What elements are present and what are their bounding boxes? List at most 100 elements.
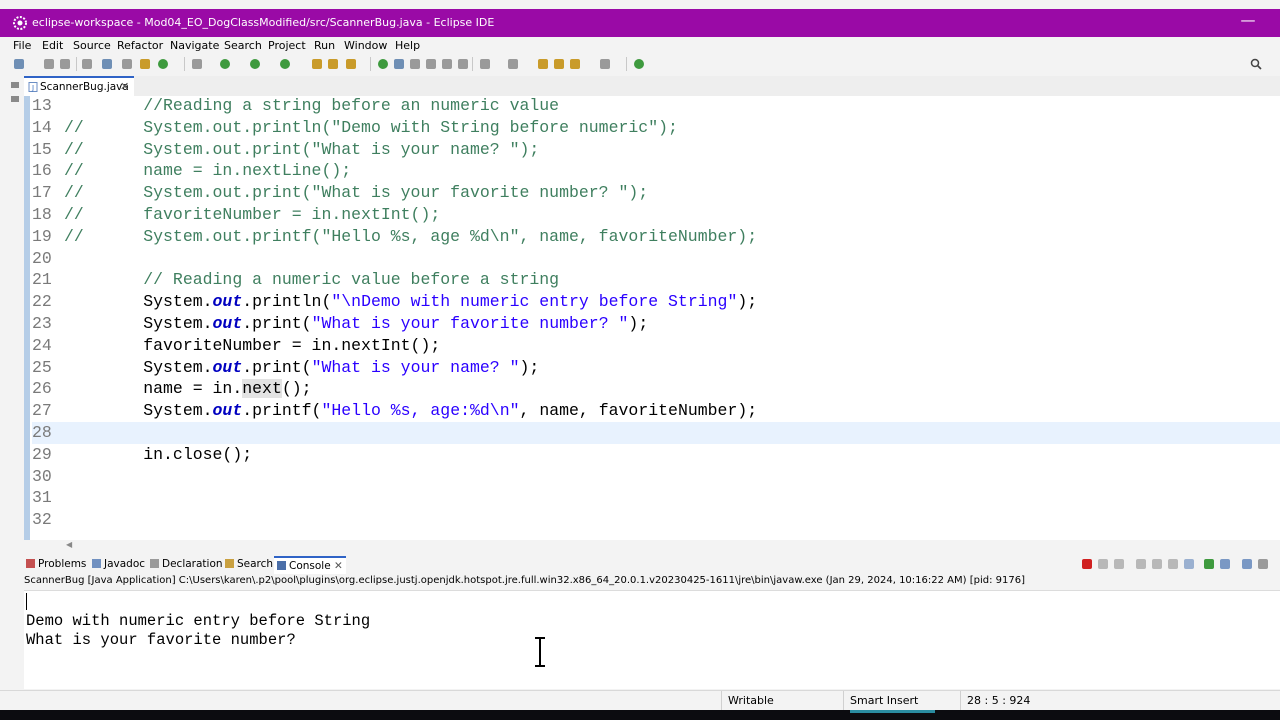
- restore-icon[interactable]: [11, 82, 19, 88]
- code-text[interactable]: // System.out.print("What is your favori…: [64, 182, 648, 204]
- code-line[interactable]: 15 // System.out.print("What is your name…: [32, 139, 1280, 161]
- code-editor[interactable]: 13 //Reading a string before an numeric …: [24, 96, 1280, 540]
- code-line[interactable]: 14 // System.out.println("Demo with Strin…: [32, 117, 1280, 139]
- word-wrap-console-icon[interactable]: [1168, 559, 1178, 569]
- code-line[interactable]: 20: [32, 248, 1280, 270]
- code-line[interactable]: 26 name = in.next();: [32, 378, 1280, 400]
- view-menu-icon[interactable]: [1258, 559, 1268, 569]
- coverage-icon[interactable]: [250, 59, 260, 69]
- menu-navigate[interactable]: Navigate: [170, 39, 219, 52]
- code-text[interactable]: // System.out.printf("Hello %s, age %d\n…: [64, 226, 757, 248]
- code-text[interactable]: // favoriteNumber = in.nextInt();: [64, 204, 440, 226]
- back-history-icon[interactable]: [554, 59, 564, 69]
- back-icon[interactable]: [570, 59, 580, 69]
- save-all-icon[interactable]: [60, 59, 70, 69]
- code-text[interactable]: name = in.next();: [64, 378, 312, 400]
- tab-console[interactable]: Console ✕: [274, 556, 346, 574]
- external-tools-icon[interactable]: [280, 59, 290, 69]
- search-tool-icon[interactable]: [346, 59, 356, 69]
- skip-breakpoints-icon[interactable]: [122, 59, 132, 69]
- terminal-icon[interactable]: [102, 59, 112, 69]
- open-console-icon[interactable]: [1242, 559, 1252, 569]
- next-annotation-icon[interactable]: [378, 59, 388, 69]
- search-icon[interactable]: [1250, 58, 1262, 70]
- code-text[interactable]: System.out.println("\nDemo with numeric …: [64, 291, 757, 313]
- show-whitespace-icon[interactable]: [442, 59, 452, 69]
- code-line[interactable]: 24 favoriteNumber = in.nextInt();: [32, 335, 1280, 357]
- display-selected-console-icon[interactable]: [1220, 559, 1230, 569]
- code-line[interactable]: 21 // Reading a numeric value before a s…: [32, 269, 1280, 291]
- code-text[interactable]: // name = in.nextLine();: [64, 160, 351, 182]
- menu-search[interactable]: Search: [224, 39, 262, 52]
- minimize-button[interactable]: —: [1238, 11, 1258, 29]
- previous-edit-icon[interactable]: [508, 59, 518, 69]
- menu-file[interactable]: File: [13, 39, 31, 52]
- code-text[interactable]: favoriteNumber = in.nextInt();: [64, 335, 440, 357]
- word-wrap-icon[interactable]: [426, 59, 436, 69]
- forward-icon[interactable]: [600, 59, 610, 69]
- tab-problems[interactable]: Problems: [26, 558, 86, 570]
- code-text[interactable]: //Reading a string before an numeric val…: [64, 96, 559, 117]
- refresh-icon[interactable]: [158, 59, 168, 69]
- close-console-icon[interactable]: ✕: [334, 560, 343, 572]
- code-line[interactable]: 30: [32, 466, 1280, 488]
- code-line[interactable]: 19 // System.out.printf("Hello %s, age %d…: [32, 226, 1280, 248]
- title-bar[interactable]: eclipse-workspace - Mod04_EO_DogClassMod…: [0, 9, 1280, 37]
- new-java-project-icon[interactable]: [140, 59, 150, 69]
- code-line[interactable]: 29 in.close();: [32, 444, 1280, 466]
- scroll-lock-icon[interactable]: [1152, 559, 1162, 569]
- pilcrow-icon[interactable]: [458, 59, 468, 69]
- code-text[interactable]: System.out.print("What is your favorite …: [64, 313, 648, 335]
- code-line[interactable]: 28: [32, 422, 1280, 444]
- code-line[interactable]: 18 // favoriteNumber = in.nextInt();: [32, 204, 1280, 226]
- pin-console-icon[interactable]: [1204, 559, 1214, 569]
- last-edit-location-icon[interactable]: [538, 59, 548, 69]
- debug-icon[interactable]: [192, 59, 202, 69]
- run-icon[interactable]: [220, 59, 230, 69]
- remove-all-icon[interactable]: [1114, 559, 1124, 569]
- code-line[interactable]: 13 //Reading a string before an numeric …: [32, 96, 1280, 117]
- scroll-left-icon[interactable]: ◀: [66, 540, 72, 549]
- code-text[interactable]: in.close();: [64, 444, 252, 466]
- remove-launch-icon[interactable]: [1098, 559, 1108, 569]
- print-icon[interactable]: [82, 59, 92, 69]
- menu-source[interactable]: Source: [73, 39, 111, 52]
- code-text[interactable]: // System.out.print("What is your name? …: [64, 139, 539, 161]
- editor-horizontal-scrollbar[interactable]: ◀: [24, 540, 1280, 552]
- code-text[interactable]: // Reading a numeric value before a stri…: [64, 269, 559, 291]
- menu-window[interactable]: Window: [344, 39, 387, 52]
- console-output[interactable]: Demo with numeric entry before String Wh…: [24, 590, 1280, 689]
- menu-refactor[interactable]: Refactor: [117, 39, 163, 52]
- next-edit-icon[interactable]: [480, 59, 490, 69]
- menu-edit[interactable]: Edit: [42, 39, 63, 52]
- mark-occurrences-icon[interactable]: [394, 59, 404, 69]
- code-line[interactable]: 32: [32, 509, 1280, 531]
- code-line[interactable]: 17 // System.out.print("What is your favo…: [32, 182, 1280, 204]
- menu-run[interactable]: Run: [314, 39, 335, 52]
- new-icon[interactable]: [14, 59, 24, 69]
- tab-javadoc[interactable]: Javadoc: [92, 558, 145, 570]
- code-line[interactable]: 22 System.out.println("\nDemo with numer…: [32, 291, 1280, 313]
- code-line[interactable]: 23 System.out.print("What is your favori…: [32, 313, 1280, 335]
- code-line[interactable]: 25 System.out.print("What is your name? …: [32, 357, 1280, 379]
- code-line[interactable]: 27 System.out.printf("Hello %s, age:%d\n…: [32, 400, 1280, 422]
- terminate-icon[interactable]: [1082, 559, 1092, 569]
- menu-help[interactable]: Help: [395, 39, 420, 52]
- code-text[interactable]: System.out.printf("Hello %s, age:%d\n", …: [64, 400, 757, 422]
- open-perspective-icon[interactable]: [634, 59, 644, 69]
- close-tab-icon[interactable]: ✕: [120, 80, 129, 93]
- tab-search[interactable]: Search: [225, 558, 273, 570]
- show-on-output-icon[interactable]: [1184, 559, 1194, 569]
- package-explorer-icon[interactable]: [11, 96, 19, 102]
- code-line[interactable]: 16 // name = in.nextLine();: [32, 160, 1280, 182]
- open-type-icon[interactable]: [328, 59, 338, 69]
- editor-tab-scannerbug[interactable]: J ScannerBug.java ✕: [24, 76, 134, 96]
- code-line[interactable]: 31: [32, 487, 1280, 509]
- tab-declaration[interactable]: Declaration: [150, 558, 223, 570]
- save-icon[interactable]: [44, 59, 54, 69]
- block-selection-icon[interactable]: [410, 59, 420, 69]
- code-text[interactable]: System.out.print("What is your name? ");: [64, 357, 539, 379]
- code-text[interactable]: // System.out.println("Demo with String …: [64, 117, 678, 139]
- new-class-icon[interactable]: [312, 59, 322, 69]
- clear-console-icon[interactable]: [1136, 559, 1146, 569]
